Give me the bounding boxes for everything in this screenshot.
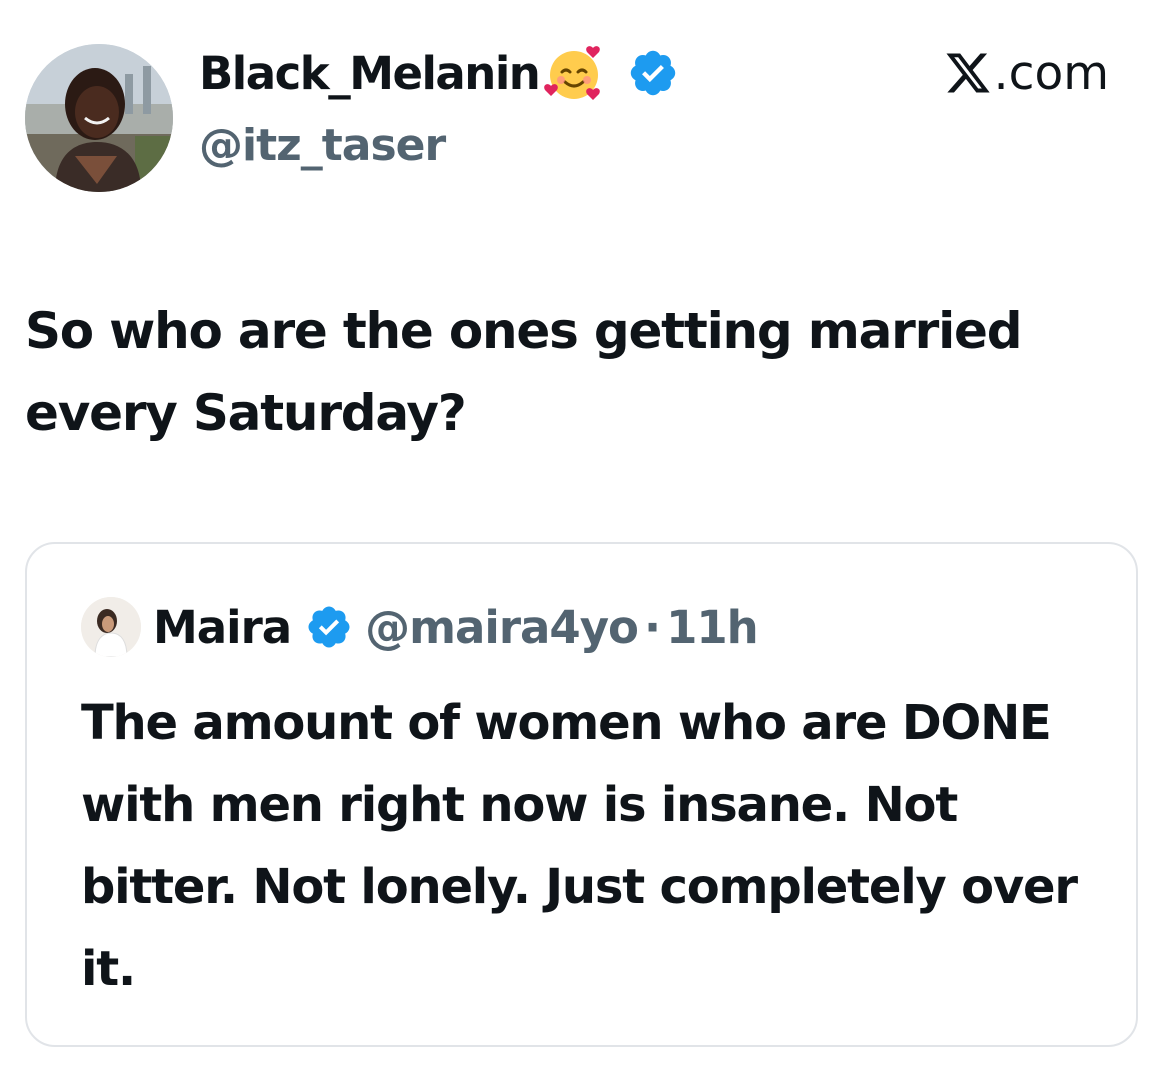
separator-dot: ·	[643, 600, 661, 654]
author-avatar[interactable]	[25, 44, 173, 192]
brand-label: .com	[993, 45, 1109, 101]
tweet-text: So who are the ones getting married ever…	[25, 302, 1023, 442]
quoted-author-avatar-photo	[81, 597, 141, 657]
author-name-row: Black_Melanin	[199, 42, 679, 104]
x-brand: .com	[944, 42, 1109, 104]
quoted-tweet-timestamp[interactable]: 11h	[666, 601, 759, 654]
quoted-tweet-card[interactable]: Maira @maira4yo · 11h The amount of wome…	[25, 542, 1138, 1047]
tweet-screenshot: Black_Melanin @itz_taser .com So who are…	[0, 0, 1169, 1069]
quoted-author-handle[interactable]: @maira4yo	[365, 601, 639, 654]
author-display-name[interactable]: Black_Melanin	[199, 47, 541, 100]
quoted-author-name[interactable]: Maira	[153, 601, 292, 654]
author-handle[interactable]: @itz_taser	[199, 120, 446, 171]
author-avatar-photo	[25, 44, 173, 192]
smiling-face-with-hearts-emoji-icon	[543, 42, 605, 104]
quoted-author-avatar[interactable]	[81, 597, 141, 657]
quoted-tweet-header: Maira @maira4yo · 11h	[81, 596, 759, 658]
verified-badge-icon[interactable]	[305, 603, 353, 651]
verified-badge-icon[interactable]	[627, 47, 679, 99]
quoted-tweet-text: The amount of women who are DONE with me…	[81, 695, 1078, 997]
x-logo-icon	[946, 53, 990, 93]
